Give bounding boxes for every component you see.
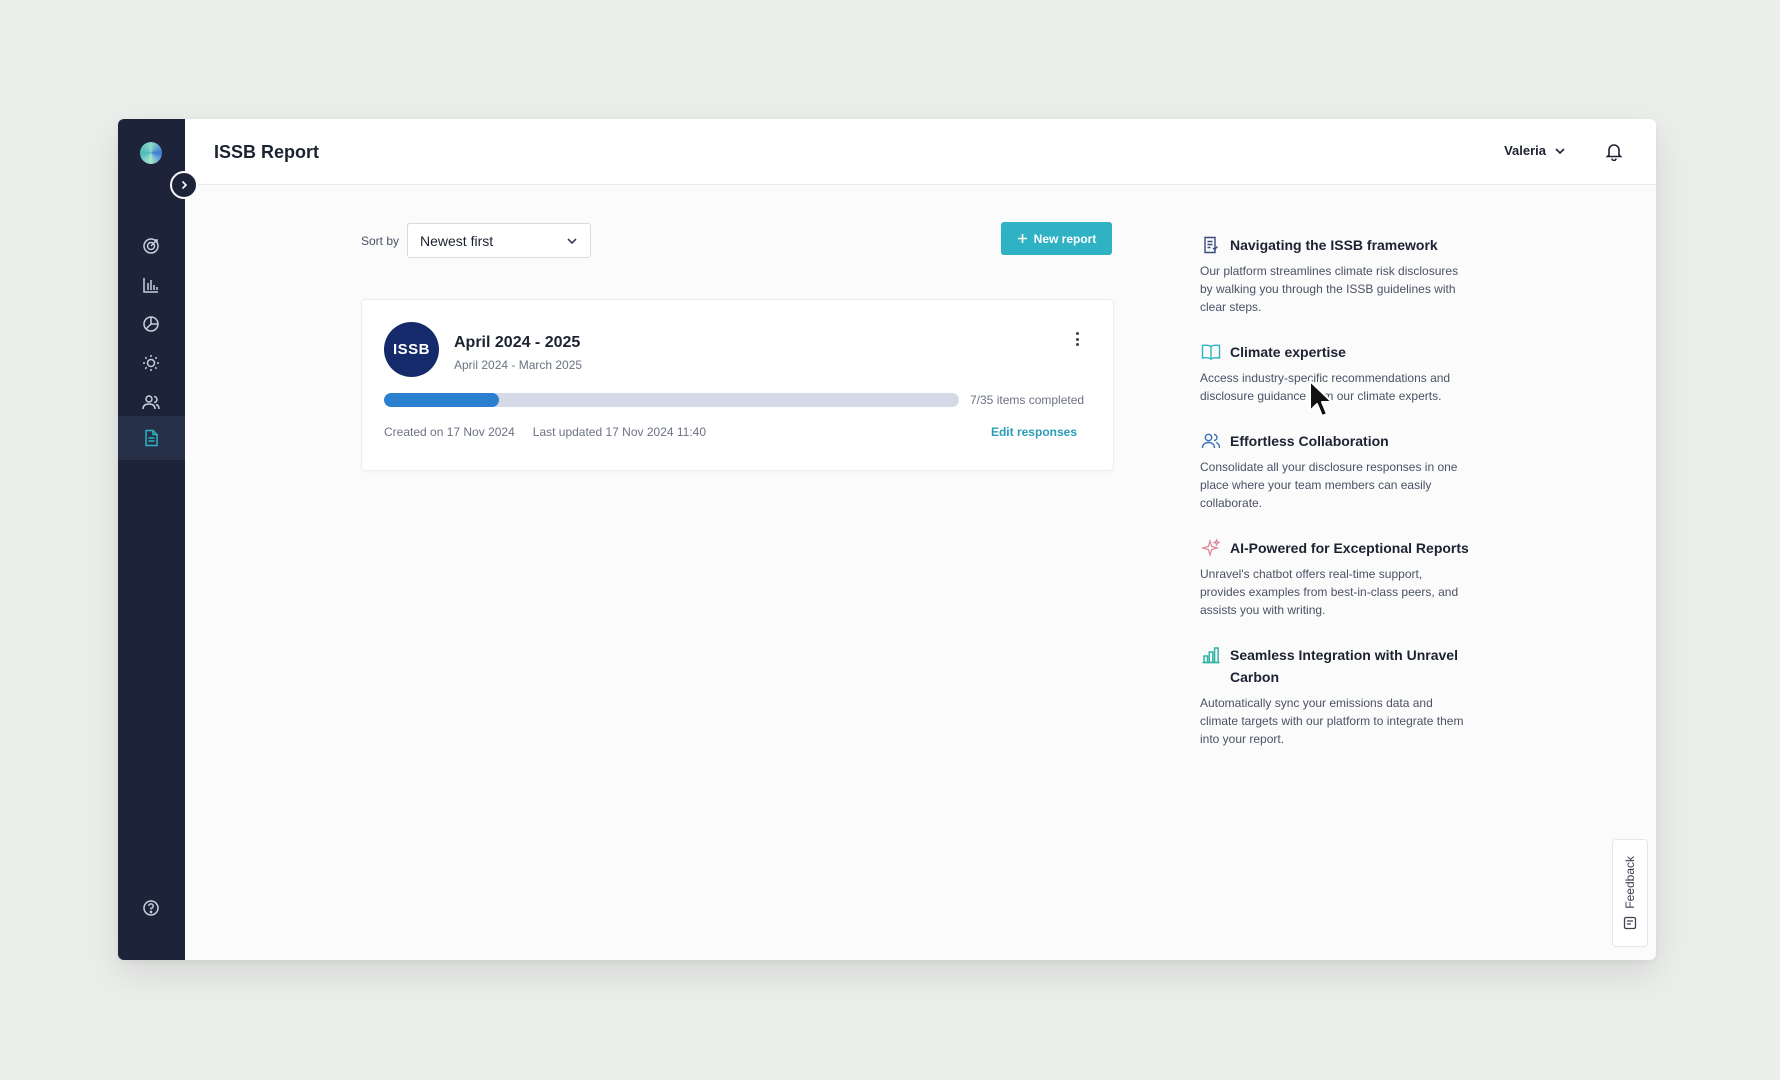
sort-row: Sort by Newest first (361, 223, 592, 258)
chevron-down-icon (567, 237, 577, 244)
users-icon (142, 395, 160, 410)
feedback-icon (1623, 917, 1637, 930)
updated-date: Last updated 17 Nov 2024 11:40 (532, 425, 707, 439)
kebab-dot (1075, 343, 1079, 346)
page-title: ISSB Report (214, 142, 320, 162)
top-bar: ISSB Report Valeria (185, 119, 1656, 185)
sidebar-expand-button[interactable] (170, 171, 198, 199)
report-card[interactable]: ISSB April 2024 - 2025 April 2024 - Marc… (361, 299, 1114, 471)
sidebar-item-analytics[interactable] (137, 271, 165, 299)
document-icon (145, 429, 158, 447)
info-item: AI-Powered for Exceptional Reports Unrav… (1200, 537, 1470, 619)
bar-chart-icon (143, 278, 158, 293)
logo[interactable] (140, 142, 162, 164)
users-icon (1201, 433, 1221, 449)
kebab-dot (1075, 337, 1079, 341)
more-options-button[interactable] (1071, 330, 1083, 348)
info-title: Navigating the ISSB framework (1230, 237, 1438, 253)
info-title: Climate expertise (1230, 344, 1346, 360)
report-period: April 2024 - March 2025 (454, 358, 583, 372)
info-title: Seamless Integration with Unravel Carbon (1230, 647, 1458, 685)
user-name: Valeria (1504, 143, 1546, 158)
bar-chart-icon (1202, 647, 1220, 664)
info-title: AI-Powered for Exceptional Reports (1230, 540, 1469, 556)
book-icon (1201, 344, 1221, 360)
info-desc: Automatically sync your emissions data a… (1200, 696, 1464, 746)
new-report-button[interactable]: New report (1001, 222, 1112, 255)
sidebar-item-targets[interactable] (137, 232, 165, 260)
feedback-tab[interactable]: Feedback (1612, 839, 1648, 947)
info-desc: Our platform streamlines climate risk di… (1200, 264, 1459, 314)
chevron-right-icon (181, 180, 188, 190)
sidebar-item-team[interactable] (137, 388, 165, 416)
sort-value: Newest first (420, 232, 494, 249)
edit-responses-link[interactable]: Edit responses (991, 425, 1077, 439)
progress-text: 7/35 items completed (970, 393, 1085, 407)
notifications-button[interactable] (1602, 139, 1626, 163)
sparkle-icon (1201, 538, 1221, 558)
bell-icon (1605, 144, 1623, 161)
sidebar-item-climate[interactable] (137, 349, 165, 377)
target-icon (143, 238, 159, 254)
progress-fill (384, 393, 499, 407)
sidebar (118, 119, 185, 960)
chevron-down-icon (1555, 147, 1565, 154)
report-meta: Created on 17 Nov 2024 Last updated 17 N… (384, 425, 706, 439)
info-item: Climate expertise Access industry-specif… (1200, 341, 1470, 405)
kebab-dot (1075, 332, 1079, 335)
info-desc: Consolidate all your disclosure response… (1200, 460, 1458, 510)
plus-icon (1017, 234, 1027, 243)
issb-badge: ISSB (384, 322, 439, 377)
info-desc: Access industry-specific recommendations… (1200, 371, 1451, 403)
sort-dropdown[interactable]: Newest first (407, 223, 592, 258)
sun-icon (143, 355, 159, 371)
help-icon (143, 900, 159, 916)
pie-chart-icon (143, 316, 159, 332)
new-report-label: New report (1033, 231, 1097, 246)
sidebar-item-help[interactable] (137, 894, 165, 922)
checklist-doc-icon (1204, 236, 1218, 254)
info-item: Seamless Integration with Unravel Carbon… (1200, 644, 1470, 748)
report-title: April 2024 - 2025 (454, 334, 581, 351)
sort-label: Sort by (361, 233, 400, 248)
sidebar-item-reports-overview[interactable] (137, 310, 165, 338)
user-menu[interactable]: Valeria (1504, 143, 1566, 158)
info-desc: Unravel's chatbot offers real-time suppo… (1200, 567, 1459, 617)
sidebar-item-issb-report[interactable] (137, 424, 165, 452)
feedback-label: Feedback (1623, 855, 1637, 909)
info-item: Navigating the ISSB framework Our platfo… (1200, 234, 1470, 316)
info-panel: Navigating the ISSB framework Our platfo… (1200, 234, 1470, 773)
info-item: Effortless Collaboration Consolidate all… (1200, 430, 1470, 512)
app-window: ISSB Report Valeria Sort by Newest first… (118, 119, 1656, 960)
info-title: Effortless Collaboration (1230, 433, 1389, 449)
created-date: Created on 17 Nov 2024 (384, 425, 515, 439)
progress-bar (384, 393, 959, 407)
